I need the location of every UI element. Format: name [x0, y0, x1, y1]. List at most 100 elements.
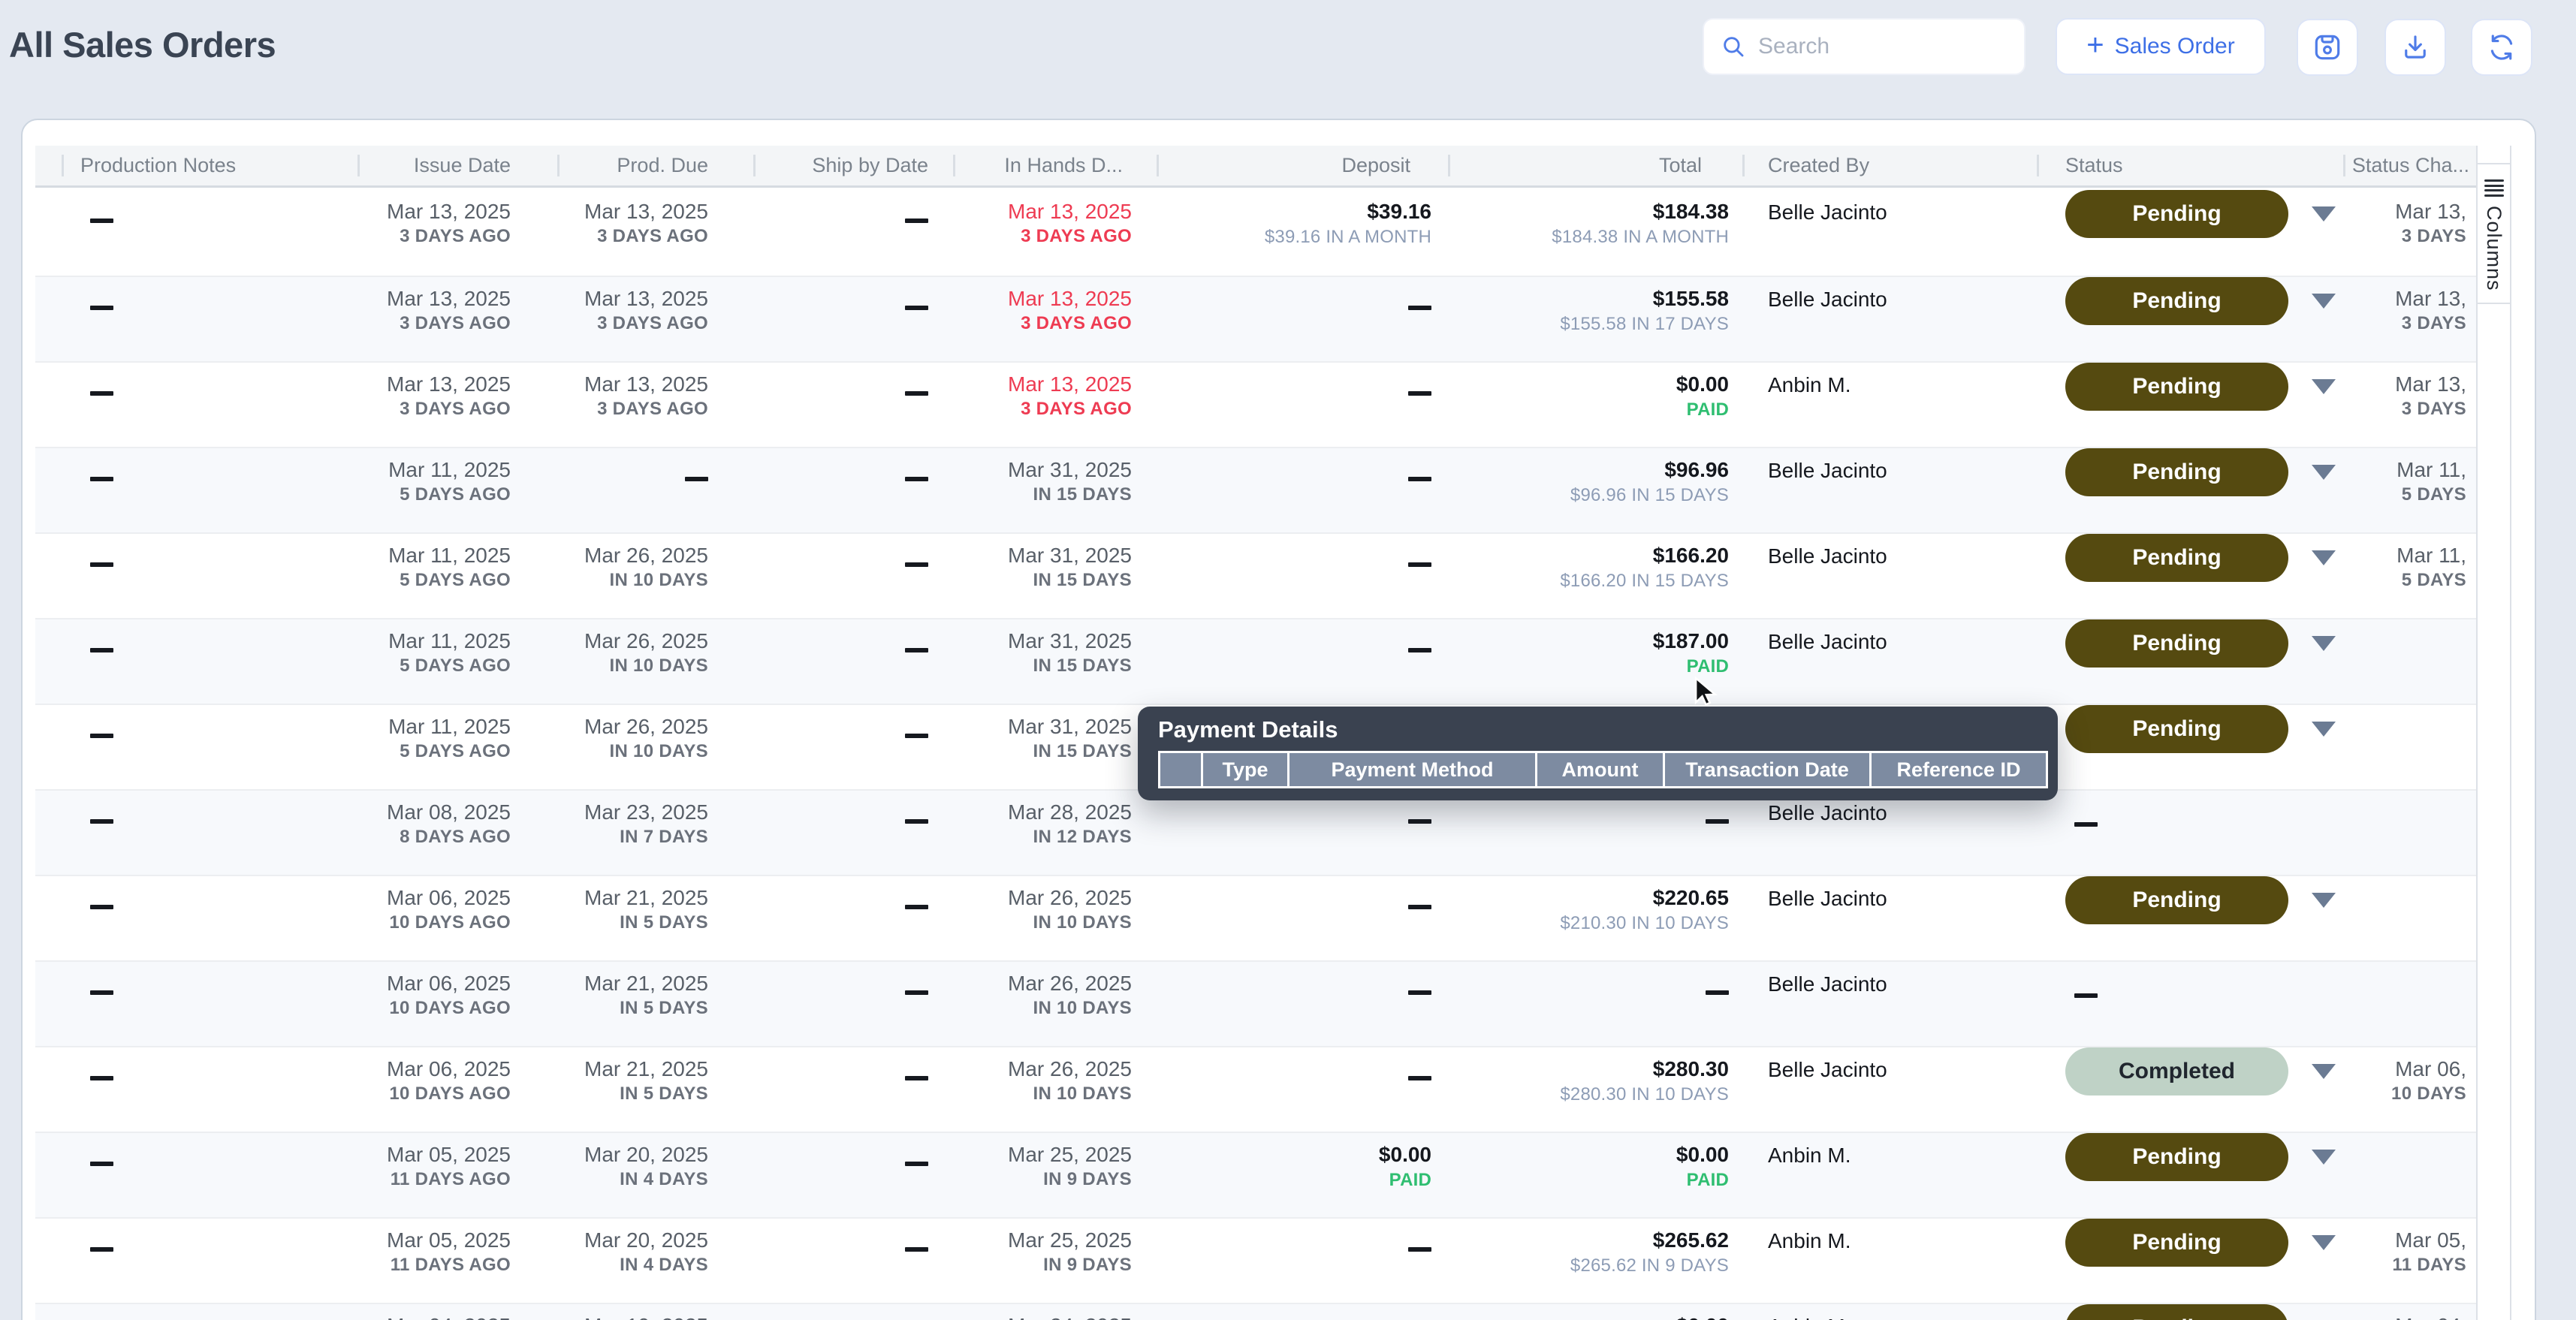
plus-icon: + [2086, 30, 2104, 60]
status-badge[interactable]: Pending [2065, 534, 2288, 582]
status-dropdown-caret-icon[interactable] [2312, 379, 2336, 394]
refresh-button[interactable] [2471, 19, 2532, 76]
table-row[interactable]: Mar 05, 202511 DAYS AGOMar 20, 2025IN 4 … [35, 1132, 2476, 1217]
table-row[interactable]: Mar 06, 202510 DAYS AGOMar 21, 2025IN 5 … [35, 960, 2476, 1046]
payment-col-transaction-date: Transaction Date [1665, 751, 1872, 788]
table-row[interactable]: Mar 13, 20253 DAYS AGOMar 13, 20253 DAYS… [35, 276, 2476, 361]
status-badge[interactable]: Pending [2065, 1304, 2288, 1320]
column-header-created-by[interactable]: Created By [1742, 146, 2037, 185]
table-row[interactable]: Mar 05, 202511 DAYS AGOMar 20, 2025IN 4 … [35, 1217, 2476, 1303]
columns-side-rail: Columns [2476, 146, 2511, 1320]
status-badge[interactable]: Pending [2065, 363, 2288, 411]
search-box[interactable] [1703, 18, 2026, 75]
column-header-production-notes[interactable]: Production Notes [35, 146, 357, 185]
cell-issue-date: Mar 13, 20253 DAYS AGO [357, 190, 557, 276]
dash-placeholder [905, 905, 928, 909]
table-row[interactable]: Mar 06, 202510 DAYS AGOMar 21, 2025IN 5 … [35, 1046, 2476, 1132]
cell-status: Pending [2037, 1219, 2343, 1303]
status-dropdown-caret-icon[interactable] [2312, 206, 2336, 222]
status-dropdown-caret-icon[interactable] [2312, 465, 2336, 480]
cell-production-notes [35, 619, 357, 704]
cell-in-hands-date: Mar 28, 2025IN 12 DAYS [953, 791, 1157, 875]
status-dropdown-caret-icon[interactable] [2312, 550, 2336, 565]
status-badge[interactable]: Pending [2065, 190, 2288, 238]
cell-ship-by-date [753, 534, 953, 618]
cell-deposit: $39.16$39.16 IN A MONTH [1157, 190, 1448, 276]
table-row[interactable]: Mar 11, 20255 DAYS AGOMar 26, 2025IN 10 … [35, 532, 2476, 618]
status-badge[interactable]: Pending [2065, 876, 2288, 924]
column-header-status[interactable]: Status [2037, 146, 2343, 185]
status-badge[interactable]: Pending [2065, 277, 2288, 325]
cell-created-by: Belle Jacinto [1742, 876, 2037, 960]
dash-placeholder [1706, 990, 1729, 995]
add-sales-order-button[interactable]: + Sales Order [2056, 18, 2266, 75]
download-icon [2400, 32, 2431, 63]
column-header-issue-date[interactable]: Issue Date [357, 146, 557, 185]
column-header-ship-by-date[interactable]: Ship by Date [753, 146, 953, 185]
status-badge[interactable]: Pending [2065, 448, 2288, 496]
table-row[interactable]: Mar 06, 202510 DAYS AGOMar 21, 2025IN 5 … [35, 875, 2476, 960]
dash-placeholder [90, 905, 113, 909]
dash-placeholder [90, 819, 113, 824]
cell-production-notes [35, 1047, 357, 1132]
status-badge[interactable]: Pending [2065, 619, 2288, 668]
cell-issue-date: Mar 04, 2025 [357, 1304, 557, 1320]
status-dropdown-caret-icon[interactable] [2312, 722, 2336, 737]
cell-ship-by-date [753, 1047, 953, 1132]
status-dropdown-caret-icon[interactable] [2312, 1235, 2336, 1250]
cell-status [2037, 791, 2343, 875]
download-button[interactable] [2384, 19, 2446, 76]
dash-placeholder [90, 1076, 113, 1080]
payment-details-header-row: Type Payment Method Amount Transaction D… [1158, 751, 2058, 788]
table-row[interactable]: Mar 11, 20255 DAYS AGOMar 31, 2025IN 15 … [35, 447, 2476, 532]
status-dropdown-caret-icon[interactable] [2312, 294, 2336, 309]
cell-prod-due: Mar 23, 2025IN 7 DAYS [557, 791, 753, 875]
status-dropdown-caret-icon[interactable] [2312, 636, 2336, 651]
cell-production-notes [35, 534, 357, 618]
status-badge[interactable]: Pending [2065, 1219, 2288, 1267]
table-row[interactable]: Mar 13, 20253 DAYS AGOMar 13, 20253 DAYS… [35, 190, 2476, 276]
save-button[interactable] [2297, 19, 2358, 76]
cell-deposit [1157, 962, 1448, 1046]
column-header-in-hands-date[interactable]: In Hands D... [953, 146, 1157, 185]
status-badge[interactable]: Completed [2065, 1047, 2288, 1095]
dash-placeholder [1408, 477, 1431, 481]
dash-placeholder [1408, 1076, 1431, 1080]
dash-placeholder [90, 306, 113, 310]
cell-deposit [1157, 1047, 1448, 1132]
payment-col-method: Payment Method [1290, 751, 1537, 788]
dash-placeholder [905, 218, 928, 223]
dash-placeholder [905, 1247, 928, 1252]
table-row[interactable]: Mar 11, 20255 DAYS AGOMar 26, 2025IN 10 … [35, 618, 2476, 704]
table-row[interactable]: Mar 08, 20258 DAYS AGOMar 23, 2025IN 7 D… [35, 789, 2476, 875]
cell-ship-by-date [753, 1304, 953, 1320]
cell-deposit [1157, 534, 1448, 618]
column-header-prod-due[interactable]: Prod. Due [557, 146, 753, 185]
column-header-total[interactable]: Total [1448, 146, 1742, 185]
cell-prod-due: Mar 13, 20253 DAYS AGO [557, 190, 753, 276]
cell-in-hands-date: Mar 31, 2025IN 15 DAYS [953, 534, 1157, 618]
table-header-row: Production Notes Issue Date Prod. Due Sh… [35, 146, 2476, 188]
status-badge[interactable]: Pending [2065, 1133, 2288, 1181]
columns-panel-toggle[interactable]: Columns [2478, 163, 2510, 304]
status-dropdown-caret-icon[interactable] [2312, 893, 2336, 908]
cell-production-notes [35, 277, 357, 361]
cell-in-hands-date: Mar 26, 2025IN 10 DAYS [953, 962, 1157, 1046]
cell-deposit: $0.00PAID [1157, 1133, 1448, 1217]
cell-total: $96.96$96.96 IN 15 DAYS [1448, 448, 1742, 532]
table-row[interactable]: Mar 04, 2025Mar 19, 2025Mar 24, 2025$0.0… [35, 1303, 2476, 1320]
search-input[interactable] [1758, 34, 2006, 59]
status-badge[interactable]: Pending [2065, 705, 2288, 753]
cell-in-hands-date: Mar 24, 2025 [953, 1304, 1157, 1320]
status-dropdown-caret-icon[interactable] [2312, 1064, 2336, 1079]
table-row[interactable]: Mar 13, 20253 DAYS AGOMar 13, 20253 DAYS… [35, 361, 2476, 447]
cell-issue-date: Mar 11, 20255 DAYS AGO [357, 448, 557, 532]
cell-total [1448, 791, 1742, 875]
cell-status-changed: Mar 05,11 DAYS [2343, 1219, 2476, 1303]
search-icon [1721, 34, 1746, 59]
cell-issue-date: Mar 13, 20253 DAYS AGO [357, 277, 557, 361]
cell-total: $220.65$210.30 IN 10 DAYS [1448, 876, 1742, 960]
status-dropdown-caret-icon[interactable] [2312, 1150, 2336, 1165]
column-header-status-changed[interactable]: Status Cha... [2343, 146, 2476, 185]
column-header-deposit[interactable]: Deposit [1157, 146, 1448, 185]
